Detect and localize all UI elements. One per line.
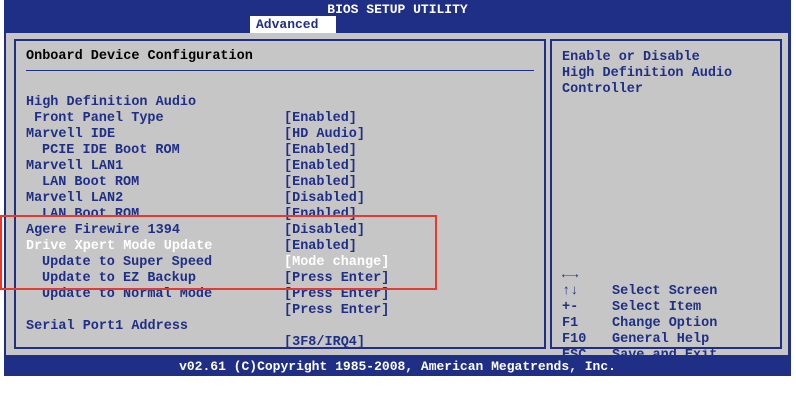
setting-row-pcie-ide-boot-rom[interactable]: PCIE IDE Boot ROM [Enabled]: [16, 127, 357, 174]
setting-value[interactable]: [Enabled]: [284, 111, 357, 127]
tab-advanced[interactable]: Advanced: [250, 16, 336, 33]
main-frame: Onboard Device Configuration High Defini…: [6, 33, 788, 379]
key-hint-select-screen: ←→ Select Screen: [562, 252, 717, 299]
setting-value[interactable]: [Disabled]: [284, 191, 365, 207]
setting-row-front-panel-type[interactable]: Front Panel Type [HD Audio]: [16, 95, 365, 142]
heading-divider: [26, 70, 534, 71]
key-hint-exit: ESC Exit: [562, 332, 644, 379]
title-bar: BIOS SETUP UTILITY Advanced: [4, 0, 791, 33]
key-hint-desc: Change Option: [612, 316, 718, 331]
help-panel: Enable or Disable High Definition Audio …: [550, 39, 782, 379]
copyright-footer: v02.61 (C)Copyright 1985-2008, American …: [179, 359, 616, 374]
key-hint-change-option: +- Change Option: [562, 284, 717, 331]
setting-row-lan1-boot-rom[interactable]: LAN Boot ROM [Disabled]: [16, 159, 365, 206]
bios-screen: BIOS SETUP UTILITY Advanced Onboard Devi…: [4, 0, 791, 379]
setting-value[interactable]: [Enabled]: [284, 175, 357, 191]
key-hint-desc: Select Screen: [612, 284, 718, 299]
key-hint-general-help: F1 General Help: [562, 300, 709, 347]
settings-panel: Onboard Device Configuration High Defini…: [14, 39, 546, 350]
setting-row-lan2-boot-rom[interactable]: LAN Boot ROM [Disabled]: [16, 191, 365, 238]
setting-row-hd-audio[interactable]: High Definition Audio [Enabled]: [16, 79, 357, 126]
setting-row-serial-port1-address[interactable]: Serial Port1 Address [3F8/IRQ4]: [16, 303, 365, 350]
setting-value[interactable]: [Enabled]: [284, 159, 357, 175]
panel-heading: Onboard Device Configuration: [26, 49, 253, 64]
bios-title: BIOS SETUP UTILITY: [327, 2, 468, 17]
key-hint-select-item: ↑↓ Select Item: [562, 268, 701, 315]
setting-row-marvell-lan1[interactable]: Marvell LAN1 [Enabled]: [16, 143, 357, 190]
setting-value[interactable]: [Press Enter]: [284, 303, 389, 319]
setting-value[interactable]: [Enabled]: [284, 143, 357, 159]
callout-highlight-box: [0, 215, 437, 290]
help-text: Enable or Disable High Definition Audio …: [562, 50, 733, 97]
setting-row-marvell-lan2[interactable]: Marvell LAN2 [Enabled]: [16, 175, 357, 222]
setting-row-marvell-ide[interactable]: Marvell IDE [Enabled]: [16, 111, 357, 158]
setting-label: Serial Port1 Address: [26, 319, 189, 334]
setting-value[interactable]: [3F8/IRQ4]: [284, 335, 365, 351]
key-hint-save-exit: F10 Save and Exit: [562, 316, 717, 363]
setting-value[interactable]: [HD Audio]: [284, 127, 365, 143]
